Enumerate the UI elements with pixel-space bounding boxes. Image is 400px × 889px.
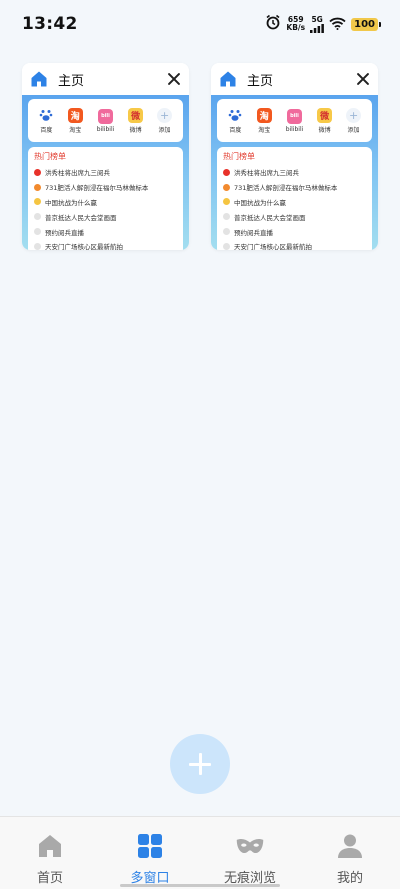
tab-card-2[interactable]: 主页 百度 淘 淘宝 bili bilibili 微 微博 + 添加 热门榜单 … xyxy=(211,63,378,250)
close-tab-button[interactable] xyxy=(356,72,370,86)
quick-link-label: 添加 xyxy=(158,126,171,134)
windows-grid-icon xyxy=(135,831,165,861)
baidu-icon xyxy=(227,107,243,123)
home-indicator xyxy=(120,884,280,887)
quick-link-weibo: 微 微博 xyxy=(317,107,333,134)
list-item: 中国抗战为什么赢 xyxy=(34,195,177,210)
status-time: 13:42 xyxy=(22,14,78,34)
hot-list-title: 热门榜单 xyxy=(34,152,66,161)
bottom-nav: 首页 多窗口 无痕浏览 我的 xyxy=(0,816,400,889)
rank-icon xyxy=(34,213,41,221)
list-item: 中国抗战为什么赢 xyxy=(223,195,366,210)
tab-title: 主页 xyxy=(58,73,85,89)
flame-icon xyxy=(34,183,41,191)
add-icon: + xyxy=(157,107,173,123)
rank-icon xyxy=(34,242,41,250)
weibo-icon: 微 xyxy=(128,107,144,123)
hot-list-title: 热门榜单 xyxy=(223,152,255,161)
flame-icon xyxy=(223,183,230,191)
network-type: 5G xyxy=(311,14,323,24)
home-icon xyxy=(30,70,48,88)
new-tab-button[interactable] xyxy=(170,734,230,794)
flame-icon xyxy=(223,198,230,206)
quick-link-add: + 添加 xyxy=(346,107,362,134)
tab-preview[interactable]: 百度 淘 淘宝 bili bilibili 微 微博 + 添加 热门榜单 洪秀柱… xyxy=(22,95,189,250)
quick-link-label: 百度 xyxy=(229,126,242,134)
quick-link-bilibili: bili bilibili xyxy=(285,108,304,133)
add-icon: + xyxy=(346,107,362,123)
quick-link-label: 淘宝 xyxy=(258,126,271,134)
battery-indicator: 100 xyxy=(351,17,381,31)
quick-link-label: 淘宝 xyxy=(69,126,82,134)
tab-card-header: 主页 xyxy=(22,63,189,95)
cellular-group: 5G xyxy=(310,14,325,33)
close-tab-button[interactable] xyxy=(167,72,181,86)
flame-icon xyxy=(223,168,230,176)
quick-link-label: 添加 xyxy=(347,126,360,134)
bilibili-icon: bili xyxy=(98,108,113,124)
quick-link-label: 百度 xyxy=(40,126,53,134)
profile-icon xyxy=(335,831,365,861)
list-item: 天安门广场核心区最新航拍 xyxy=(34,239,177,250)
hot-list: 热门榜单 洪秀柱将出席九三阅兵 731肥活人解剖浸在福尔马林做标本 中国抗战为什… xyxy=(217,147,372,250)
rank-icon xyxy=(34,228,41,236)
quick-link-label: 微博 xyxy=(129,126,142,134)
tab-card-1[interactable]: 主页 百度 淘 淘宝 bili bilibili 微 微博 + 添加 热门榜单 … xyxy=(22,63,189,250)
list-item: 洪秀柱将出席九三阅兵 xyxy=(223,165,366,180)
status-bar: 13:42 659 KB/s 5G 100 xyxy=(0,0,400,48)
taobao-icon: 淘 xyxy=(256,107,272,123)
wifi-icon xyxy=(329,15,346,34)
nav-label: 首页 xyxy=(36,871,63,886)
alarm-icon xyxy=(265,14,281,34)
quick-link-weibo: 微 微博 xyxy=(128,107,144,134)
quick-link-label: bilibili xyxy=(285,125,304,133)
quick-link-baidu: 百度 xyxy=(227,107,243,134)
tab-title: 主页 xyxy=(247,73,274,89)
quick-link-taobao: 淘 淘宝 xyxy=(67,107,83,134)
tab-preview[interactable]: 百度 淘 淘宝 bili bilibili 微 微博 + 添加 热门榜单 洪秀柱… xyxy=(211,95,378,250)
flame-icon xyxy=(34,198,41,206)
flame-icon xyxy=(34,168,41,176)
rank-icon xyxy=(223,242,230,250)
status-indicators: 659 KB/s 5G 100 xyxy=(265,14,381,34)
list-item: 731肥活人解剖浸在福尔马林做标本 xyxy=(223,180,366,195)
nav-item-incognito[interactable]: 无痕浏览 xyxy=(200,817,300,889)
quick-link-add: + 添加 xyxy=(157,107,173,134)
bilibili-icon: bili xyxy=(287,108,302,124)
rank-icon xyxy=(223,213,230,221)
quick-link-label: 微博 xyxy=(318,126,331,134)
weibo-icon: 微 xyxy=(317,107,333,123)
taobao-icon: 淘 xyxy=(67,107,83,123)
quick-link-taobao: 淘 淘宝 xyxy=(256,107,272,134)
quick-link-label: bilibili xyxy=(96,125,115,133)
list-item: 普京抵达人民大会堂画面 xyxy=(34,209,177,224)
list-item: 天安门广场核心区最新航拍 xyxy=(223,239,366,250)
tab-card-header: 主页 xyxy=(211,63,378,95)
rank-icon xyxy=(223,228,230,236)
list-item: 预约阅兵直播 xyxy=(34,224,177,239)
baidu-icon xyxy=(38,107,54,123)
list-item: 731肥活人解剖浸在福尔马林做标本 xyxy=(34,180,177,195)
quick-link-baidu: 百度 xyxy=(38,107,54,134)
hot-list: 热门榜单 洪秀柱将出席九三阅兵 731肥活人解剖浸在福尔马林做标本 中国抗战为什… xyxy=(28,147,183,250)
list-item: 洪秀柱将出席九三阅兵 xyxy=(34,165,177,180)
list-item: 普京抵达人民大会堂画面 xyxy=(223,209,366,224)
speed-unit: KB/s xyxy=(286,23,306,32)
mask-icon xyxy=(235,831,265,861)
network-speed: 659 KB/s xyxy=(286,16,305,32)
home-icon xyxy=(219,70,237,88)
home-icon xyxy=(35,831,65,861)
nav-item-home[interactable]: 首页 xyxy=(0,817,100,889)
list-item: 预约阅兵直播 xyxy=(223,224,366,239)
nav-item-windows[interactable]: 多窗口 xyxy=(100,817,200,889)
quick-link-bilibili: bili bilibili xyxy=(96,108,115,133)
nav-label: 我的 xyxy=(336,871,363,886)
quick-links: 百度 淘 淘宝 bili bilibili 微 微博 + 添加 xyxy=(28,99,183,142)
nav-item-profile[interactable]: 我的 xyxy=(300,817,400,889)
signal-icon xyxy=(310,23,325,33)
quick-links: 百度 淘 淘宝 bili bilibili 微 微博 + 添加 xyxy=(217,99,372,142)
